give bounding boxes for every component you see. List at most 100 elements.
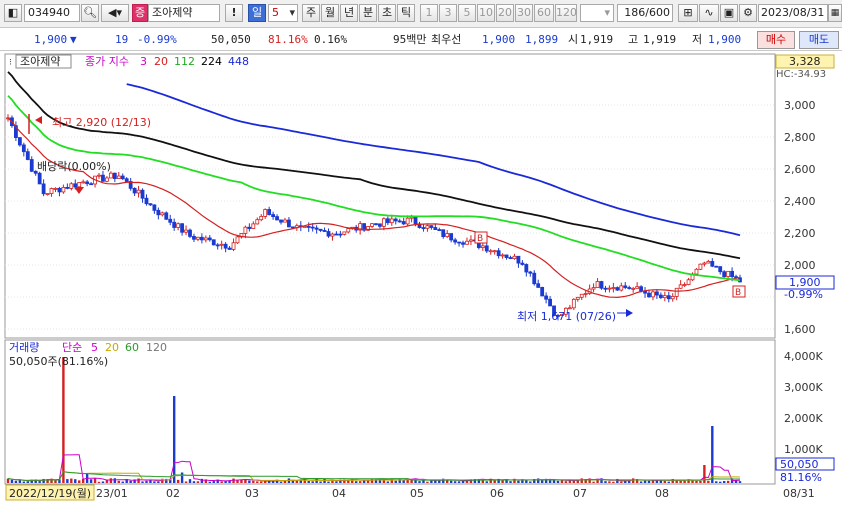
chart-area[interactable]: 조아제약 ⁝ 종가 지수 3 20 112 224 448 최고 2,920 (… (0, 52, 842, 508)
candle-body (694, 268, 699, 275)
date-input[interactable]: 2023/08/31 (758, 4, 828, 22)
calendar-icon[interactable]: ▦ (828, 4, 842, 22)
toolbar: ◧ 034940 🔍︎ ◀▾ 증 조아제약 ! 일 5 ▾ 주 월 년 분 초 틱… (0, 0, 842, 28)
b-marker-2-text: B (735, 288, 741, 298)
volume-bar (137, 478, 140, 483)
num-button-30[interactable]: 30 (515, 4, 533, 22)
period-tick-button[interactable]: 틱 (397, 4, 415, 22)
chart-menu-icon[interactable]: ◧ (4, 4, 22, 22)
period-second-button[interactable]: 초 (378, 4, 396, 22)
warning-button[interactable]: ! (225, 4, 243, 22)
best-quote-label: 최우선 (431, 33, 462, 46)
candle-body (310, 226, 315, 229)
date-label: 02 (166, 487, 180, 500)
num-button-5[interactable]: 5 (458, 4, 476, 22)
search-icon[interactable]: 🔍︎ (81, 4, 99, 22)
stock-code-input[interactable]: 034940 (24, 4, 80, 22)
cursor-date: 2022/12/19(월) (9, 487, 91, 500)
candle-body (658, 294, 663, 299)
volume-bar (426, 481, 429, 483)
candle-body (160, 212, 165, 216)
top-price-text: 3,328 (789, 55, 821, 68)
volume-bar (509, 481, 512, 483)
current-price: 1,900 (34, 33, 68, 46)
trend-icon[interactable]: ∿ (699, 4, 719, 22)
candle-body (441, 229, 446, 237)
volume-bar (212, 481, 215, 483)
volume-bar (647, 480, 651, 483)
candle-body (140, 189, 145, 199)
volume-bar (62, 357, 65, 483)
period-number-select[interactable]: 5 ▾ (268, 4, 298, 22)
candle-body (702, 262, 707, 265)
candle-body (500, 254, 505, 257)
b-marker-1-text: B (477, 234, 483, 244)
candle-body (227, 247, 232, 250)
period-week-button[interactable]: 주 (302, 4, 320, 22)
candle-body (259, 216, 264, 221)
volume-bar (695, 480, 698, 483)
candle-body (53, 187, 58, 190)
speaker-icon[interactable]: ◀▾ (101, 4, 129, 22)
candle-body (211, 239, 216, 246)
candle-body (37, 172, 42, 185)
candle-body (279, 219, 283, 223)
high-price: 1,919 (643, 33, 677, 46)
candle-body (378, 223, 382, 227)
price-chart[interactable]: 조아제약 ⁝ 종가 지수 3 20 112 224 448 최고 2,920 (… (0, 52, 842, 508)
candle-body (184, 229, 188, 233)
save-icon[interactable]: ▣ (720, 4, 738, 22)
num-button-60[interactable]: 60 (534, 4, 554, 22)
volume-axis-label: 2,000K (784, 412, 823, 425)
candle-body (267, 209, 272, 215)
volume-bar (311, 481, 314, 483)
candle-body (397, 220, 402, 223)
volume-bar (540, 480, 544, 483)
price-change-pct: -0.99% (137, 33, 177, 46)
candle-body (271, 214, 276, 217)
trade-amount: 95백만 (393, 33, 427, 46)
period-minute-button[interactable]: 분 (359, 4, 377, 22)
candle-body (81, 181, 86, 184)
volume-current-text: 50,050 (780, 458, 819, 471)
sell-button[interactable]: 매도 (799, 31, 839, 49)
volume-bar (394, 480, 397, 483)
volume-bar (699, 480, 702, 483)
period-year-button[interactable]: 년 (340, 4, 358, 22)
period-month-button[interactable]: 월 (321, 4, 339, 22)
num-button-10[interactable]: 10 (477, 4, 495, 22)
low-label: 저 (692, 33, 703, 46)
candle-body (480, 245, 485, 248)
volume-bar (78, 480, 81, 483)
volume-legend-5: 5 (91, 341, 98, 354)
candle-body (85, 181, 90, 185)
candle-body (611, 287, 616, 289)
stock-name[interactable]: 조아제약 (148, 4, 220, 22)
legend-label: 종가 지수 (85, 55, 129, 68)
gear-icon[interactable]: ⚙ (739, 4, 757, 22)
hc-label: HC:-34.93 (776, 69, 826, 80)
candle-body (290, 226, 295, 229)
custom-period-input[interactable]: ▾ (580, 4, 614, 22)
buy-button[interactable]: 매수 (757, 31, 795, 49)
volume-bar (631, 478, 635, 483)
volume-bar (715, 481, 718, 483)
candle-body (330, 233, 335, 237)
candle-body (508, 257, 513, 260)
num-button-1[interactable]: 1 (420, 4, 438, 22)
candle-body (567, 307, 572, 310)
volume-bar (722, 481, 726, 483)
volume-bar (66, 479, 69, 483)
volume-legend-label: 거래량 (9, 341, 39, 354)
volume-bar (358, 481, 362, 483)
num-button-3[interactable]: 3 (439, 4, 457, 22)
indicator-icon[interactable]: ⊞ (678, 4, 698, 22)
display-count-input[interactable]: 186/600 (617, 4, 673, 22)
candle-body (61, 187, 66, 193)
num-button-120[interactable]: 120 (555, 4, 577, 22)
volume-bar (157, 481, 160, 483)
period-day-button[interactable]: 일 (248, 4, 266, 22)
candle-body (421, 227, 426, 229)
volume-bar (418, 481, 421, 483)
num-button-20[interactable]: 20 (496, 4, 514, 22)
